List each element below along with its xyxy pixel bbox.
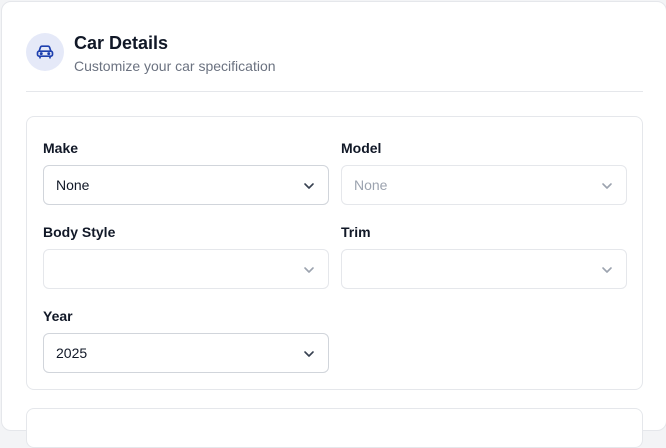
trim-label: Trim [341, 224, 371, 240]
year-select[interactable]: 2025 [43, 333, 329, 373]
model-select-value: None [354, 177, 388, 193]
car-details-panel: Car Details Customize your car specifica… [1, 1, 666, 448]
chevron-down-icon [602, 267, 612, 273]
next-section-card [26, 408, 643, 448]
page-title: Car Details [74, 33, 169, 53]
make-select-value: None [56, 177, 90, 193]
chevron-down-icon [602, 183, 612, 189]
make-label: Make [43, 140, 79, 156]
body-style-select[interactable] [43, 249, 329, 289]
chevron-down-icon [304, 267, 314, 273]
car-spec-form: Make None Model None Body Style Trim Yea… [26, 116, 643, 390]
chevron-down-icon [304, 183, 314, 189]
model-label: Model [341, 140, 382, 156]
body-style-label: Body Style [43, 224, 116, 240]
model-select[interactable]: None [341, 165, 627, 205]
trim-select[interactable] [341, 249, 627, 289]
year-select-value: 2025 [56, 345, 88, 361]
make-select[interactable]: None [43, 165, 329, 205]
car-icon-badge [26, 33, 64, 71]
chevron-down-icon [304, 351, 314, 357]
year-label: Year [43, 308, 73, 324]
page-subtitle: Customize your car specification [74, 58, 276, 74]
header-divider [26, 91, 643, 92]
car-icon [36, 45, 54, 59]
